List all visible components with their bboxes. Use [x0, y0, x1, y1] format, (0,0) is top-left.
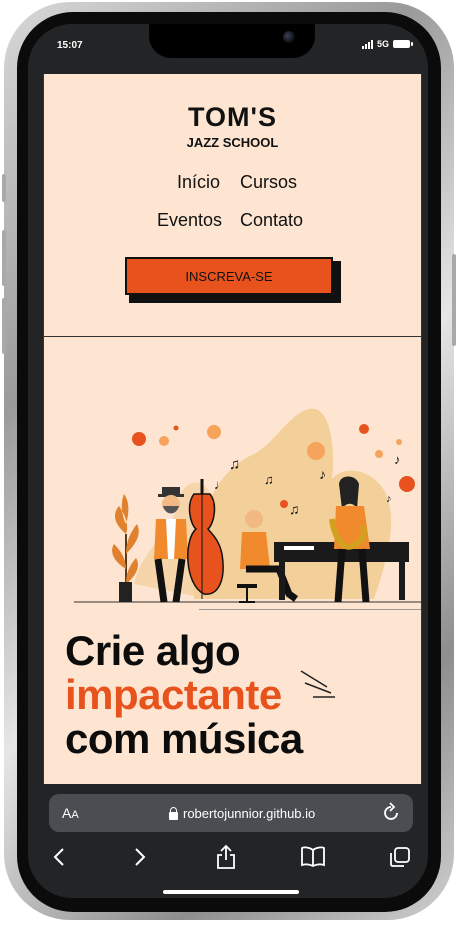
volume-down-button: [2, 298, 6, 354]
svg-text:♪: ♪: [394, 452, 401, 467]
status-icons: 5G: [361, 39, 413, 49]
back-arrow-icon[interactable]: [52, 847, 66, 867]
nav-link-inicio[interactable]: Início: [177, 172, 220, 193]
logo-title[interactable]: TOM'S: [44, 102, 421, 133]
emphasis-sparks: [300, 670, 335, 698]
forward-arrow-icon[interactable]: [133, 847, 147, 867]
svg-text:♪: ♪: [386, 493, 392, 505]
headline-line-3: com música: [65, 715, 303, 762]
lock-icon: [169, 806, 178, 820]
nav-link-cursos[interactable]: Cursos: [240, 172, 297, 193]
address-bar[interactable]: AA robertojunnior.github.io: [49, 794, 413, 832]
site-header: TOM'S JAZZ SCHOOL Início Cursos Eventos …: [44, 74, 421, 337]
svg-text:♫: ♫: [264, 472, 274, 487]
nav-link-contato[interactable]: Contato: [240, 210, 303, 231]
mute-switch: [2, 174, 6, 202]
signal-icon: [361, 39, 373, 49]
power-button: [452, 254, 456, 346]
headline-line-1: Crie algo: [65, 627, 241, 674]
tabs-icon[interactable]: [388, 846, 412, 868]
hero-headline: Crie algo impactante com música: [65, 629, 303, 761]
screen: 15:07 5G TOM'S JAZZ SCHOOL Início Cursos…: [28, 24, 428, 898]
web-page[interactable]: TOM'S JAZZ SCHOOL Início Cursos Eventos …: [43, 74, 422, 784]
share-icon[interactable]: [215, 844, 237, 870]
front-camera: [283, 31, 295, 43]
battery-icon: [393, 40, 413, 48]
reload-icon[interactable]: [381, 802, 401, 824]
subscribe-button[interactable]: INSCREVA-SE: [125, 257, 333, 295]
home-indicator[interactable]: [163, 890, 299, 894]
svg-text:♩: ♩: [214, 477, 227, 492]
url-text: robertojunnior.github.io: [183, 806, 316, 821]
url-display[interactable]: robertojunnior.github.io: [169, 806, 315, 821]
svg-text:♫: ♫: [289, 501, 300, 517]
dynamic-notch: [149, 24, 315, 58]
network-label: 5G: [376, 39, 389, 49]
headline-line-2: impactante: [65, 671, 282, 718]
svg-text:♪: ♪: [319, 466, 326, 482]
clock: 15:07: [57, 40, 83, 51]
volume-up-button: [2, 230, 6, 286]
text-size-button[interactable]: AA: [62, 805, 79, 821]
jazz-band-illustration: ♫ ♫ ♫ ♪ ♩ ♪ ♪: [74, 408, 421, 603]
logo-subtitle[interactable]: JAZZ SCHOOL: [44, 135, 421, 150]
bookmarks-icon[interactable]: [300, 846, 326, 868]
nav-link-eventos[interactable]: Eventos: [157, 210, 222, 231]
browser-toolbar: AA robertojunnior.github.io: [28, 784, 428, 898]
section-divider: [199, 609, 421, 610]
svg-text:♫: ♫: [229, 456, 240, 473]
status-bar: 15:07 5G: [28, 24, 428, 74]
